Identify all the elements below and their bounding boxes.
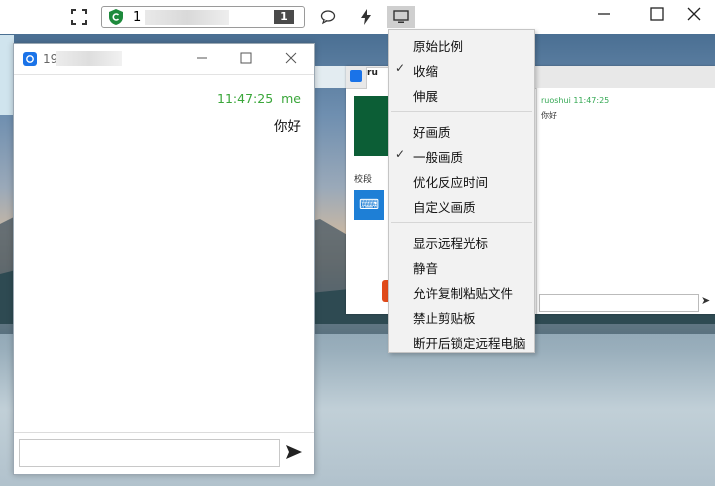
display-options-menu: 原始比例 ✓ 收缩 伸展 好画质 ✓ 一般画质 优化反应时间 自定义画质 显示远程光…	[388, 29, 535, 353]
monitor-icon	[393, 10, 409, 27]
remote-tab[interactable]: ru	[366, 67, 390, 89]
message-sender: me	[281, 91, 301, 106]
checkmark-icon: ✓	[395, 61, 406, 75]
message-meta: 11:47:25 me	[217, 91, 301, 106]
menu-item-mute[interactable]: 静音	[389, 255, 534, 279]
close-icon[interactable]	[283, 50, 299, 66]
chat-window: 19 11:47:25 me 你好	[13, 43, 315, 475]
menu-item-allow-file-copy-paste[interactable]: 允许复制粘贴文件	[389, 280, 534, 304]
remote-toolbar: 1 1	[0, 0, 715, 34]
message-text: 你好	[274, 119, 301, 135]
menu-item-stretch[interactable]: 伸展	[389, 83, 534, 107]
minimize-icon[interactable]	[594, 4, 614, 24]
menu-item-good-quality[interactable]: 好画质	[389, 119, 534, 143]
remote-chat-message: 你好	[541, 111, 557, 120]
menu-item-optimize-latency[interactable]: 优化反应时间	[389, 169, 534, 193]
menu-item-original-ratio[interactable]: 原始比例	[389, 33, 534, 57]
connection-id-text: 1	[133, 10, 142, 25]
monitor-number-badge[interactable]: 1	[274, 10, 294, 24]
keyboard-icon[interactable]: ⌨	[354, 190, 384, 220]
menu-separator	[391, 111, 532, 112]
menu-item-custom-quality[interactable]: 自定义画质	[389, 194, 534, 218]
menu-item-lock-after-disconnect[interactable]: 断开后锁定远程电脑	[389, 330, 534, 354]
shield-check-icon	[108, 9, 124, 25]
close-icon[interactable]	[684, 4, 704, 24]
send-arrow-icon[interactable]	[285, 444, 305, 462]
connection-id-box[interactable]: 1 1	[101, 6, 305, 28]
display-settings-button[interactable]	[387, 6, 415, 28]
lightning-icon[interactable]	[357, 8, 375, 26]
maximize-icon[interactable]	[647, 4, 667, 24]
remote-chat-panel: ruoshui 11:47:25 你好 ➤	[536, 88, 715, 314]
background-window-tab	[314, 66, 346, 88]
menu-item-disable-clipboard[interactable]: 禁止剪贴板	[389, 305, 534, 329]
checkmark-icon: ✓	[395, 147, 406, 161]
chat-message-input[interactable]	[19, 439, 280, 467]
chat-divider	[14, 432, 314, 433]
minimize-icon[interactable]	[194, 50, 210, 66]
remote-chat-input[interactable]	[539, 294, 699, 312]
chat-title-bar: 19	[14, 44, 314, 75]
menu-item-show-remote-cursor[interactable]: 显示远程光标	[389, 230, 534, 254]
app-banner-image	[354, 96, 388, 156]
chat-peer-id-redacted	[56, 51, 122, 66]
message-time: 11:47:25	[217, 91, 274, 106]
fullscreen-icon[interactable]	[70, 8, 88, 26]
remote-chat-meta: ruoshui 11:47:25	[541, 96, 610, 105]
chat-bubble-icon[interactable]	[319, 8, 337, 26]
connection-id-redacted	[145, 10, 229, 25]
send-arrow-icon[interactable]: ➤	[701, 294, 710, 307]
background-window-edge	[0, 35, 14, 115]
menu-separator	[391, 222, 532, 223]
menu-item-shrink[interactable]: ✓ 收缩	[389, 58, 534, 82]
maximize-icon[interactable]	[238, 50, 254, 66]
remote-section-label: 校段	[354, 175, 373, 185]
app-logo-icon	[350, 70, 362, 82]
app-logo-icon	[23, 52, 37, 66]
menu-item-normal-quality[interactable]: ✓ 一般画质	[389, 144, 534, 168]
